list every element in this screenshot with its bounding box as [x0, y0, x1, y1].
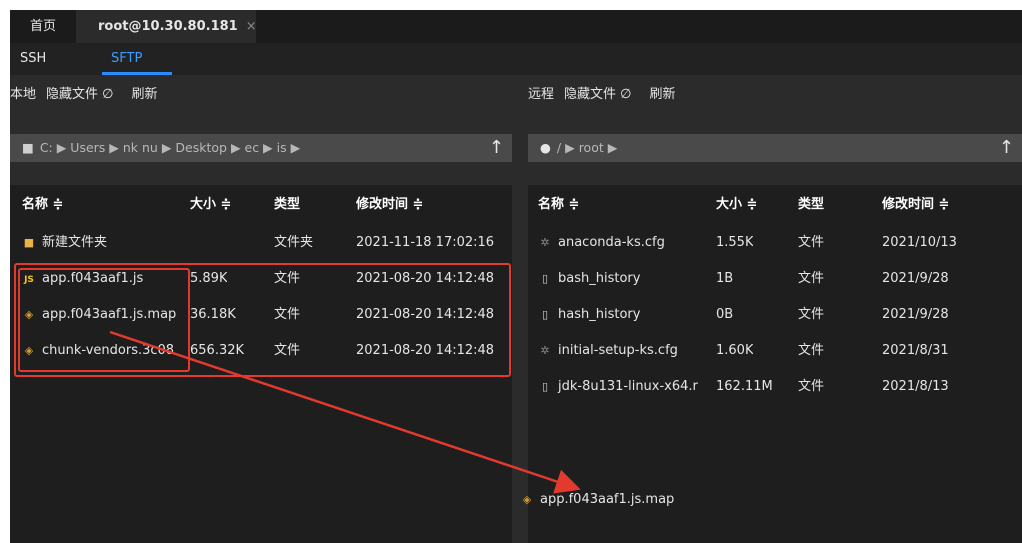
file-mtime: 2021/8/13	[882, 379, 949, 394]
file-mtime: 2021/8/31	[882, 343, 949, 358]
file-size: 1.60K	[716, 343, 754, 358]
remote-file-list: 名称 ≑ 大小 ≑ 类型 修改时间 ≑ ✲ anaconda-ks.cfg 1.5…	[528, 185, 1022, 543]
local-path-bar[interactable]: ■ C: ▶ Users ▶ nk nu ▶ Desktop ▶ ec ▶ is …	[10, 134, 512, 162]
remote-up-arrow-icon[interactable]: ↑	[999, 134, 1014, 162]
name-highlight-box	[18, 268, 190, 372]
drag-file-name: app.f043aaf1.js.map	[540, 492, 675, 507]
file-name: initial-setup-ks.cfg	[558, 343, 678, 358]
file-name: 新建文件夹	[42, 235, 108, 250]
table-row[interactable]: ▯ jdk-8u131-linux-x64.r 162.11M 文件 2021/8…	[528, 369, 1022, 405]
table-row[interactable]: ✲ anaconda-ks.cfg 1.55K 文件 2021/10/13	[528, 225, 1022, 261]
file-type: 文件	[798, 271, 825, 286]
column-type-header[interactable]: 类型	[274, 185, 300, 225]
column-size-header[interactable]: 大小 ≑	[190, 185, 231, 225]
folder-icon: ■	[23, 236, 35, 249]
local-toolbar: 本地 隐藏文件 ∅ 刷新	[10, 75, 168, 115]
close-icon[interactable]: ×	[246, 19, 257, 34]
local-up-arrow-icon[interactable]: ↑	[489, 134, 504, 162]
column-mtime-header[interactable]: 修改时间 ≑	[882, 185, 949, 225]
column-name-header[interactable]: 名称 ≑	[22, 185, 63, 225]
tab-ssh[interactable]: SSH	[20, 43, 46, 75]
remote-path-bar[interactable]: ● / ▶ root ▶ ↑	[528, 134, 1022, 162]
remote-table-header: 名称 ≑ 大小 ≑ 类型 修改时间 ≑	[528, 185, 1022, 225]
file-mtime: 2021/9/28	[882, 307, 949, 322]
file-name: bash_history	[558, 271, 641, 286]
tab-session[interactable]: root@10.30.80.181 ×	[76, 10, 257, 43]
file-size: 0B	[716, 307, 734, 322]
remote-label: 远程	[528, 87, 555, 102]
table-row[interactable]: ▯ hash_history 0B 文件 2021/9/28	[528, 297, 1022, 333]
local-refresh-button[interactable]: 刷新	[131, 87, 157, 102]
column-name-header[interactable]: 名称 ≑	[538, 185, 579, 225]
remote-hidden-files-toggle[interactable]: 隐藏文件 ∅	[564, 87, 631, 102]
cloud-icon: ●	[540, 140, 551, 155]
file-type: 文件	[798, 307, 825, 322]
file-mtime: 2021/10/13	[882, 235, 957, 250]
file-name: hash_history	[558, 307, 641, 322]
protocol-tabs: SSH SFTP	[10, 43, 1022, 75]
remote-panel: 远程 隐藏文件 ∅ 刷新 ● / ▶ root ▶ ↑ 名称 ≑ 大小 ≑ 类型 修改…	[528, 75, 1022, 543]
table-row[interactable]: ■ 新建文件夹 文件夹 2021-11-18 17:02:16	[10, 225, 512, 261]
file-mtime: 2021/9/28	[882, 271, 949, 286]
map-file-icon: ◈	[522, 493, 532, 506]
tab-home[interactable]: 首页	[10, 10, 76, 43]
column-size-header[interactable]: 大小 ≑	[716, 185, 757, 225]
document-icon: ▯	[541, 308, 549, 321]
panel-divider[interactable]	[512, 75, 528, 543]
remote-toolbar: 远程 隐藏文件 ∅ 刷新	[528, 75, 686, 115]
table-row[interactable]: ▯ bash_history 1B 文件 2021/9/28	[528, 261, 1022, 297]
document-icon: ▯	[541, 272, 549, 285]
local-label: 本地	[10, 87, 37, 102]
column-type-header[interactable]: 类型	[798, 185, 824, 225]
sftp-client-window: 首页 root@10.30.80.181 × SSH SFTP 本地 隐藏文件 ∅ 刷…	[10, 10, 1022, 543]
local-path: C: ▶ Users ▶ nk nu ▶ Desktop ▶ ec ▶ is ▶	[39, 140, 301, 155]
remote-refresh-button[interactable]: 刷新	[649, 87, 675, 102]
local-hidden-files-toggle[interactable]: 隐藏文件 ∅	[46, 87, 113, 102]
gear-icon: ✲	[540, 236, 550, 249]
file-size: 1B	[716, 271, 734, 286]
windows-drive-icon: ■	[22, 140, 34, 155]
tab-session-label: root@10.30.80.181	[98, 19, 238, 34]
table-row[interactable]: ✲ initial-setup-ks.cfg 1.60K 文件 2021/8/31	[528, 333, 1022, 369]
column-mtime-header[interactable]: 修改时间 ≑	[356, 185, 423, 225]
gear-icon: ✲	[540, 344, 550, 357]
document-icon: ▯	[541, 380, 549, 393]
local-breadcrumb[interactable]: ■ C: ▶ Users ▶ nk nu ▶ Desktop ▶ ec ▶ is …	[22, 134, 300, 162]
local-table-header: 名称 ≑ 大小 ≑ 类型 修改时间 ≑	[10, 185, 512, 225]
drag-preview[interactable]: ◈ app.f043aaf1.js.map	[520, 492, 675, 507]
file-mtime: 2021-11-18 17:02:16	[356, 235, 495, 250]
file-name: jdk-8u131-linux-x64.r	[558, 379, 698, 394]
file-name: anaconda-ks.cfg	[558, 235, 665, 250]
remote-path: / ▶ root ▶	[556, 140, 618, 155]
file-type: 文件	[798, 379, 825, 394]
file-type: 文件	[798, 235, 825, 250]
tab-bar: 首页 root@10.30.80.181 ×	[10, 10, 1022, 43]
file-type: 文件	[798, 343, 825, 358]
remote-breadcrumb[interactable]: ● / ▶ root ▶	[540, 134, 617, 162]
file-size: 162.11M	[716, 379, 773, 394]
file-type: 文件夹	[274, 235, 314, 250]
file-size: 1.55K	[716, 235, 754, 250]
tab-sftp[interactable]: SFTP	[111, 43, 142, 75]
